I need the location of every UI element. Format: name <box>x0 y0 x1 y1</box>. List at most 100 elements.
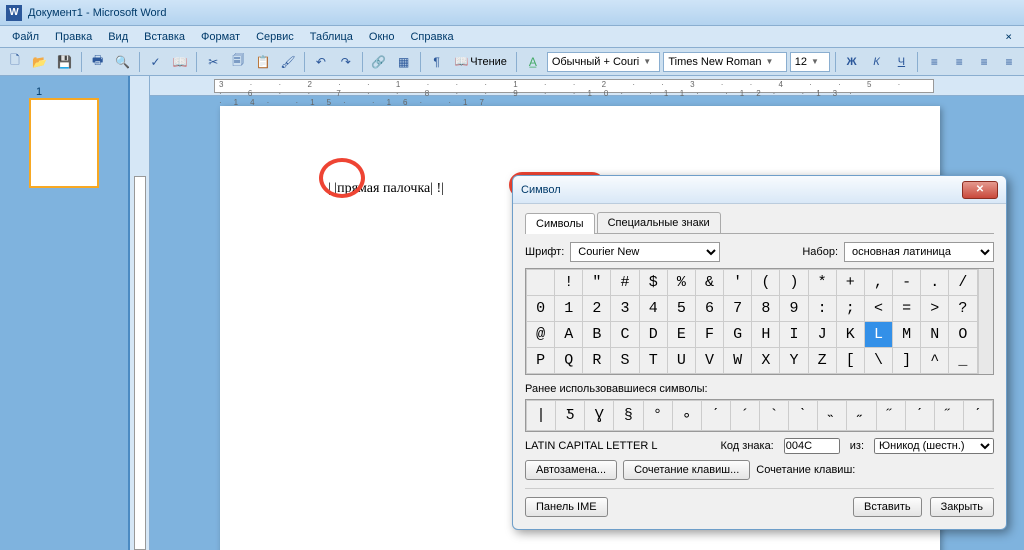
underline-icon[interactable]: Ч <box>890 51 912 73</box>
char-cell[interactable]: \ <box>864 348 892 374</box>
char-cell[interactable]: M <box>893 322 921 348</box>
char-cell[interactable]: - <box>893 270 921 296</box>
menu-table[interactable]: Таблица <box>302 29 361 45</box>
char-cell[interactable]: _ <box>949 348 977 374</box>
font-combo[interactable]: Times New Roman▼ <box>663 52 786 72</box>
ime-panel-button[interactable]: Панель IME <box>525 497 608 517</box>
recent-char-cell[interactable]: § <box>614 401 643 431</box>
char-cell[interactable]: D <box>639 322 667 348</box>
recent-char-cell[interactable]: Ƽ <box>556 401 585 431</box>
recent-char-cell[interactable]: ˝ <box>934 401 963 431</box>
undo-icon[interactable]: ↶ <box>310 51 332 73</box>
char-cell[interactable]: O <box>949 322 977 348</box>
char-cell[interactable]: @ <box>527 322 555 348</box>
char-cell[interactable]: R <box>583 348 611 374</box>
spell-icon[interactable]: ✓ <box>145 51 167 73</box>
char-cell[interactable]: L <box>864 322 892 348</box>
char-cell[interactable]: , <box>864 270 892 296</box>
shortcut-key-button[interactable]: Сочетание клавиш... <box>623 460 750 480</box>
font-select[interactable]: Courier New <box>570 242 720 262</box>
char-cell[interactable] <box>527 270 555 296</box>
char-cell[interactable]: < <box>864 296 892 322</box>
tab-special[interactable]: Специальные знаки <box>597 212 721 233</box>
char-cell[interactable]: * <box>808 270 836 296</box>
char-cell[interactable]: A <box>555 322 583 348</box>
align-center-icon[interactable]: ≡ <box>948 51 970 73</box>
autocorrect-button[interactable]: Автозамена... <box>525 460 617 480</box>
char-cell[interactable]: Y <box>780 348 808 374</box>
char-cell[interactable]: ^ <box>921 348 949 374</box>
print-icon[interactable]: 🖶 <box>87 51 109 73</box>
align-left-icon[interactable]: ≡ <box>923 51 945 73</box>
char-cell[interactable]: 7 <box>724 296 752 322</box>
char-cell[interactable]: 8 <box>752 296 780 322</box>
menu-edit[interactable]: Правка <box>47 29 100 45</box>
char-cell[interactable]: V <box>695 348 723 374</box>
char-cell[interactable]: T <box>639 348 667 374</box>
recent-char-cell[interactable]: ˋ <box>789 401 818 431</box>
char-cell[interactable]: & <box>695 270 723 296</box>
grid-scrollbar[interactable] <box>978 269 994 374</box>
char-cell[interactable]: ? <box>949 296 977 322</box>
menu-format[interactable]: Формат <box>193 29 248 45</box>
char-cell[interactable]: : <box>808 296 836 322</box>
char-cell[interactable]: K <box>836 322 864 348</box>
char-cell[interactable]: H <box>752 322 780 348</box>
char-cell[interactable]: 4 <box>639 296 667 322</box>
recent-char-cell[interactable]: ´ <box>730 401 759 431</box>
char-cell[interactable]: = <box>893 296 921 322</box>
char-cell[interactable]: I <box>780 322 808 348</box>
char-cell[interactable]: 5 <box>667 296 695 322</box>
set-select[interactable]: основная латиница <box>844 242 994 262</box>
menu-window[interactable]: Окно <box>361 29 403 45</box>
char-cell[interactable]: ) <box>780 270 808 296</box>
char-cell[interactable]: Z <box>808 348 836 374</box>
link-icon[interactable]: 🔗 <box>368 51 390 73</box>
show-nonprinting-icon[interactable]: ¶ <box>426 51 448 73</box>
char-cell[interactable]: > <box>921 296 949 322</box>
table-icon[interactable]: ▦ <box>393 51 415 73</box>
char-cell[interactable]: W <box>724 348 752 374</box>
research-icon[interactable]: 📖 <box>169 51 191 73</box>
char-cell[interactable]: ( <box>752 270 780 296</box>
char-cell[interactable]: P <box>527 348 555 374</box>
close-button[interactable]: Закрыть <box>930 497 994 517</box>
code-input[interactable] <box>784 438 840 454</box>
menu-help[interactable]: Справка <box>402 29 461 45</box>
recent-char-cell[interactable]: ∘ <box>672 401 701 431</box>
new-icon[interactable]: 🗋 <box>4 51 26 73</box>
align-justify-icon[interactable]: ≡ <box>998 51 1020 73</box>
recent-char-cell[interactable]: ` <box>760 401 789 431</box>
recent-char-cell[interactable]: ° <box>643 401 672 431</box>
char-cell[interactable]: # <box>611 270 639 296</box>
char-cell[interactable]: $ <box>639 270 667 296</box>
tab-symbols[interactable]: Символы <box>525 213 595 234</box>
char-cell[interactable]: ] <box>893 348 921 374</box>
recent-char-cell[interactable]: ˵ <box>818 401 847 431</box>
recent-char-cell[interactable]: ˶ <box>847 401 876 431</box>
char-cell[interactable]: ; <box>836 296 864 322</box>
char-cell[interactable]: 3 <box>611 296 639 322</box>
recent-char-cell[interactable]: ˝ <box>876 401 905 431</box>
char-cell[interactable]: S <box>611 348 639 374</box>
redo-icon[interactable]: ↷ <box>335 51 357 73</box>
document-text[interactable]: | |прямая палочка| !| <box>328 181 444 197</box>
char-cell[interactable]: 0 <box>527 296 555 322</box>
document-close-icon[interactable]: × <box>997 30 1020 43</box>
char-cell[interactable]: 9 <box>780 296 808 322</box>
recent-char-cell[interactable]: | <box>527 401 556 431</box>
char-cell[interactable]: B <box>583 322 611 348</box>
italic-icon[interactable]: К <box>866 51 888 73</box>
char-cell[interactable]: E <box>667 322 695 348</box>
char-cell[interactable]: " <box>583 270 611 296</box>
save-icon[interactable]: 💾 <box>54 51 76 73</box>
style-combo[interactable]: Обычный + Couri▼ <box>547 52 661 72</box>
menu-insert[interactable]: Вставка <box>136 29 193 45</box>
cut-icon[interactable]: ✂ <box>202 51 224 73</box>
page-thumbnail[interactable] <box>29 98 99 188</box>
paste-icon[interactable]: 📋 <box>252 51 274 73</box>
char-cell[interactable]: + <box>836 270 864 296</box>
copy-icon[interactable]: 🗐 <box>227 51 249 73</box>
menu-view[interactable]: Вид <box>100 29 136 45</box>
recent-char-cell[interactable]: ˊ <box>905 401 934 431</box>
